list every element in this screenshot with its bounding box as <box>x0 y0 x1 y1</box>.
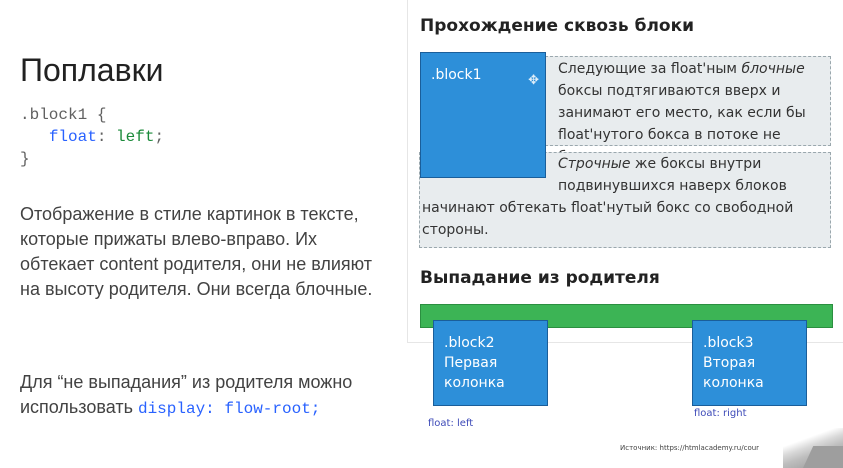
block2-line2: Первая <box>444 355 498 371</box>
source-credit: Источник: https://htmlacademy.ru/cour <box>620 444 760 452</box>
text2-italic: Строчные <box>558 156 631 172</box>
code-snippet: .block1 { float: left; } <box>20 104 164 170</box>
paragraph-float-description: Отображение в стиле картинок в тексте, к… <box>20 204 373 299</box>
block3-line2: Вторая <box>703 355 756 371</box>
heading-pass-through: Прохождение сквозь блоки <box>420 16 695 36</box>
text-block-following: Следующие за float'ным блочные боксы под… <box>545 56 831 165</box>
code-property: float <box>48 128 97 146</box>
block2-line3: колонка <box>444 375 505 391</box>
text1-italic: блочные <box>741 61 805 77</box>
block2-line1: .block2 <box>444 335 495 351</box>
code-semicolon: ; <box>154 128 165 146</box>
example-panel: Прохождение сквозь блоки Следующие за fl… <box>407 0 843 343</box>
paragraph-flow-root: Для “не выпадания” из родителя можно исп… <box>20 370 380 422</box>
code-value: left <box>116 128 155 146</box>
code-colon: : <box>96 128 117 146</box>
slide-title: Поплавки <box>20 52 164 88</box>
block1-float-box: .block1 ✥ <box>420 52 546 178</box>
text2-line4: стороны. <box>422 222 489 238</box>
block1-label: .block1 <box>431 67 482 83</box>
block3-line3: колонка <box>703 375 764 391</box>
block2-float-left: .block2 Первая колонка <box>433 320 548 406</box>
float-right-label: float: right <box>694 408 747 419</box>
text1-prefix: Следующие за float'ным <box>558 61 742 77</box>
move-icon: ✥ <box>528 73 539 88</box>
text2-line1-rest: же боксы внутри <box>630 156 762 172</box>
text2-line3: начинают обтекать float'нутый бокс со св… <box>422 200 794 216</box>
code-selector: .block1 { <box>20 106 107 124</box>
code-close-brace: } <box>20 150 30 168</box>
float-left-label: float: left <box>428 418 474 429</box>
flow-root-code: display: flow-root; <box>137 400 321 418</box>
block3-float-right: .block3 Вторая колонка <box>692 320 807 406</box>
block3-line1: .block3 <box>703 335 754 351</box>
heading-fall-out: Выпадание из родителя <box>420 268 660 288</box>
text2-line2: подвинувшихся наверх блоков <box>558 178 787 194</box>
